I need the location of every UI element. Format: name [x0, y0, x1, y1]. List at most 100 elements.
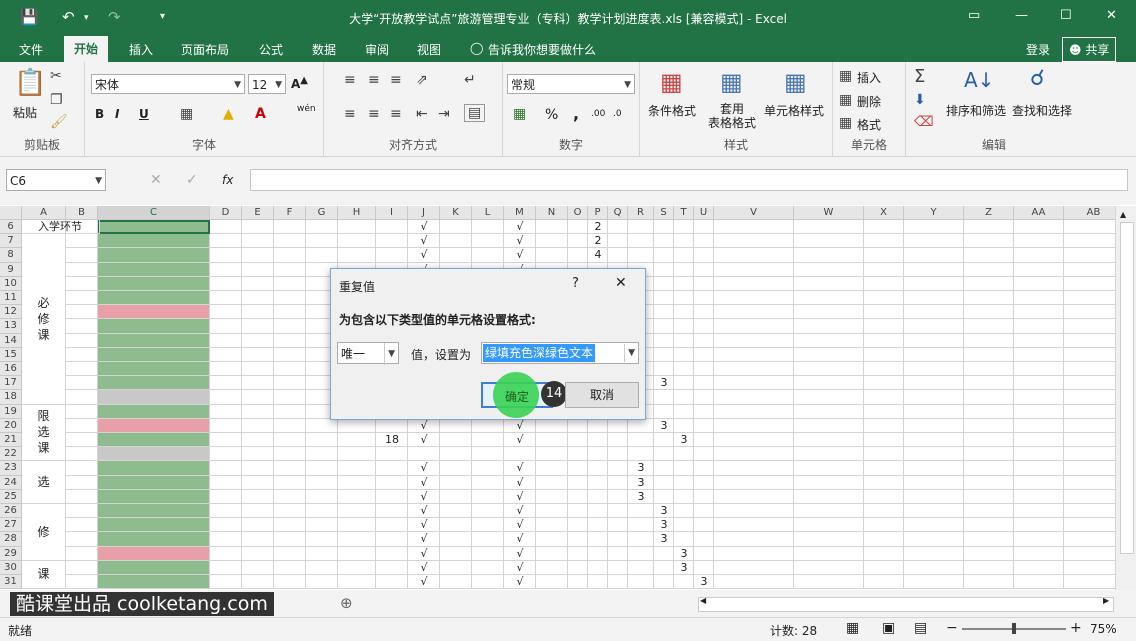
grow-font-icon[interactable]: A▲: [291, 75, 308, 91]
cell-ab[interactable]: [1064, 319, 1115, 334]
cell-d[interactable]: [210, 418, 242, 433]
cell-value-s[interactable]: 3: [654, 532, 674, 546]
tab-review[interactable]: 审阅: [365, 41, 389, 58]
cell-i[interactable]: [376, 475, 408, 490]
cell-b[interactable]: [66, 461, 98, 476]
cell-n[interactable]: [536, 433, 568, 448]
cell-value-m[interactable]: √: [504, 575, 536, 589]
cell-x[interactable]: [864, 475, 904, 490]
cell-y[interactable]: [904, 575, 964, 590]
cell-k[interactable]: [440, 234, 472, 249]
insert-cells-icon[interactable]: ▦: [839, 68, 852, 84]
cell-v[interactable]: [714, 433, 794, 448]
cell-x[interactable]: [864, 489, 904, 504]
autosum-icon[interactable]: Σ: [914, 66, 925, 87]
cell-p[interactable]: [588, 418, 608, 433]
cell-f[interactable]: [274, 461, 306, 476]
cell-z[interactable]: [964, 532, 1014, 547]
cell-ab[interactable]: [1064, 334, 1115, 348]
cell-f[interactable]: [274, 347, 306, 362]
cell-b[interactable]: [66, 319, 98, 334]
cell-p[interactable]: [588, 489, 608, 504]
cell-i[interactable]: [376, 418, 408, 433]
row-header[interactable]: 14: [0, 333, 22, 348]
cell-x[interactable]: [864, 333, 904, 348]
cell-z[interactable]: [964, 575, 1014, 590]
cell-ab[interactable]: [1064, 447, 1115, 462]
cell-e[interactable]: [242, 447, 274, 462]
cell-b[interactable]: [66, 475, 98, 490]
accounting-icon[interactable]: ▦: [513, 106, 526, 122]
cell-l[interactable]: [472, 447, 504, 462]
percent-button[interactable]: %: [545, 107, 558, 123]
cell-r[interactable]: [628, 220, 654, 235]
select-all-corner[interactable]: [0, 206, 22, 220]
cell-f[interactable]: [274, 220, 306, 235]
ribbon-display-icon[interactable]: ▭: [968, 8, 980, 23]
cell-x[interactable]: [864, 305, 904, 320]
cell-x[interactable]: [864, 220, 904, 235]
cell-p[interactable]: [588, 504, 608, 519]
column-header[interactable]: Z: [964, 206, 1014, 220]
zoom-slider-thumb[interactable]: [1012, 623, 1016, 634]
cell-e[interactable]: [242, 532, 274, 547]
cell-x[interactable]: [864, 546, 904, 561]
increase-indent-icon[interactable]: ⇥: [438, 106, 450, 122]
find-select-icon[interactable]: ☌: [1030, 66, 1045, 91]
cell-e[interactable]: [242, 575, 274, 590]
row-header[interactable]: 28: [0, 532, 22, 547]
cell-s[interactable]: [654, 220, 674, 235]
cell-t[interactable]: [674, 262, 694, 277]
cell-k[interactable]: [440, 504, 472, 519]
cell-value-j[interactable]: √: [408, 547, 440, 561]
cell-c[interactable]: [98, 575, 210, 590]
cell-u[interactable]: [694, 291, 714, 306]
row-header[interactable]: 11: [0, 291, 22, 306]
cell-aa[interactable]: [1014, 276, 1064, 291]
cell-v[interactable]: [714, 575, 794, 590]
cell-y[interactable]: [904, 461, 964, 476]
cell-c[interactable]: [98, 276, 210, 291]
cell-v[interactable]: [714, 291, 794, 306]
cell-s[interactable]: [654, 575, 674, 590]
cell-u[interactable]: [694, 518, 714, 533]
format-cells-icon[interactable]: ▦: [839, 115, 852, 131]
cell-value-j[interactable]: √: [408, 532, 440, 546]
cell-n[interactable]: [536, 418, 568, 433]
cell-value-m[interactable]: √: [504, 490, 536, 504]
cell-c[interactable]: [98, 546, 210, 561]
cell-u[interactable]: [694, 319, 714, 334]
format-cells-button[interactable]: 格式: [857, 116, 881, 133]
column-header[interactable]: K: [440, 206, 472, 220]
cell-ab[interactable]: [1064, 376, 1115, 391]
align-bottom-icon[interactable]: ≡: [390, 72, 402, 88]
new-sheet-icon[interactable]: ⊕: [340, 594, 353, 612]
cell-u[interactable]: [694, 418, 714, 433]
cell-x[interactable]: [864, 248, 904, 263]
cell-c[interactable]: [98, 433, 210, 448]
cell-e[interactable]: [242, 404, 274, 419]
cell-c[interactable]: [98, 518, 210, 533]
cell-l[interactable]: [472, 532, 504, 547]
fill-icon[interactable]: ⬇: [914, 92, 926, 108]
cell-value-m[interactable]: √: [504, 547, 536, 561]
cell-i[interactable]: [376, 489, 408, 504]
cell-x[interactable]: [864, 447, 904, 462]
column-header[interactable]: R: [628, 206, 654, 220]
cell-o[interactable]: [568, 575, 588, 590]
font-color-icon[interactable]: A: [255, 106, 266, 122]
cell-u[interactable]: [694, 404, 714, 419]
cell-k[interactable]: [440, 546, 472, 561]
align-left-icon[interactable]: ≡: [344, 106, 356, 122]
cell-b[interactable]: [66, 362, 98, 377]
cell-d[interactable]: [210, 433, 242, 448]
cell-f[interactable]: [274, 291, 306, 306]
column-header[interactable]: P: [588, 206, 608, 220]
cell-e[interactable]: [242, 418, 274, 433]
cell-u[interactable]: [694, 504, 714, 519]
cell-value-m[interactable]: √: [504, 220, 536, 234]
cell-q[interactable]: [608, 418, 628, 433]
cell-c[interactable]: [98, 347, 210, 362]
cell-z[interactable]: [964, 305, 1014, 320]
row-header[interactable]: 18: [0, 390, 22, 405]
